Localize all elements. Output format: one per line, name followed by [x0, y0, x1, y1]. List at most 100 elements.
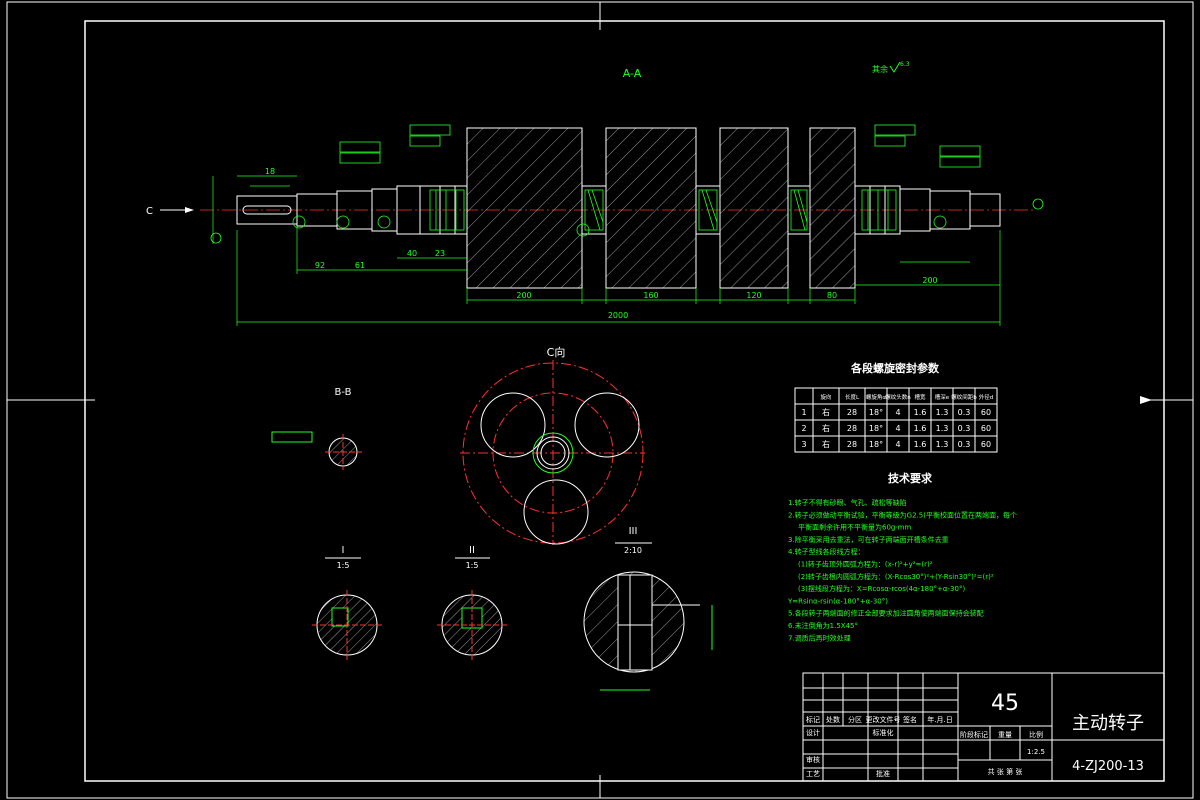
table-cell: 0.3 [958, 424, 971, 433]
table-header-cell: 螺纹间距b [951, 393, 977, 401]
tech-req-line: 5.各段转子两端面的修正全部要求加注圆角使两端面保持会装配 [788, 609, 984, 618]
table-header-cell: 螺纹头数n [885, 393, 911, 401]
part-name-text: 主动转子 [1072, 713, 1144, 734]
table-header-cell: 长度L [845, 393, 860, 401]
rest-roughness-label: 其余 [872, 64, 888, 74]
table-cell: 28 [847, 424, 857, 433]
table-header-cell: 螺旋角α [866, 393, 887, 401]
detail-1-label: I [342, 545, 345, 556]
svg-text:2000: 2000 [608, 311, 628, 320]
table-cell: 28 [847, 440, 857, 449]
tech-req-line: 1.转子不得有砂眼、气孔、疏松等缺陷 [788, 498, 907, 507]
arrow-c-label: C [146, 206, 153, 217]
title-block-col-label: 年.月.日 [927, 715, 952, 724]
spiral-params-table: 旋向 长度L 螺旋角α 螺纹头数n 槽宽 槽深e 螺纹间距b 外径d 1 右 28 18° 4 1.6 1.… [794, 387, 998, 453]
table-cell: 60 [981, 424, 991, 433]
table-header-cell: 槽宽 [914, 393, 926, 401]
weight-label: 重量 [998, 731, 1012, 739]
table-cell: 4 [895, 440, 900, 449]
table-cell: 1.3 [936, 408, 949, 417]
svg-text:92: 92 [315, 261, 325, 270]
drawing-frame [6, 1, 1194, 799]
view-c-arrow: C [146, 206, 194, 217]
spiral-table-title: 各段螺旋密封参数 [850, 361, 940, 375]
table-cell: 1.6 [914, 440, 927, 449]
table-cell: 4 [895, 408, 900, 417]
tech-req-line: Y=Rsinα-rsin(α-180°+α-30°) [787, 597, 888, 605]
detail-3-scale: 2:10 [624, 546, 642, 555]
table-cell: 右 [822, 407, 830, 417]
tech-req-line: 4.转子型线各段线方程： [788, 547, 865, 556]
view-c-label: C向 [547, 345, 566, 359]
table-cell: 4 [895, 424, 900, 433]
scale-value: 1:2.5 [1027, 748, 1045, 756]
table-cell: 28 [847, 408, 857, 417]
svg-text:160: 160 [643, 291, 658, 300]
detail-2-view [437, 557, 507, 660]
drawing-number-text: 4-ZJ200-13 [1072, 759, 1144, 774]
tech-req-lines: 1.转子不得有砂眼、气孔、疏松等缺陷 2.转子必须做动平衡试验，平衡等级为G2.5… [787, 498, 1017, 642]
table-header-cell: 外径d [979, 393, 994, 401]
title-block-col-label: 更改文件号 [866, 715, 901, 724]
title-block-col-label: 签名 [903, 715, 917, 724]
table-cell: 1.6 [914, 408, 927, 417]
sheets-label: 共 张 第 张 [988, 767, 1023, 776]
table-cell: 18° [869, 424, 883, 433]
svg-text:23: 23 [435, 249, 445, 258]
tech-req-title: 技术要求 [888, 471, 933, 485]
tech-req-line: 平衡面剩余许用不平衡量为60g·mm [798, 523, 911, 532]
stage-label: 阶段标记 [960, 730, 988, 739]
table-cell: 3 [801, 440, 806, 449]
table-cell: 1.6 [914, 424, 927, 433]
svg-text:61: 61 [355, 261, 365, 270]
svg-text:120: 120 [746, 291, 761, 300]
tech-req-line: (1)转子齿顶外圆弧方程为：(x-r)²+y²=(r)² [798, 560, 933, 569]
detail-1-scale: 1:5 [337, 561, 350, 570]
svg-text:40: 40 [407, 249, 417, 258]
table-cell: 1.3 [936, 424, 949, 433]
title-block-col-label: 处数 [826, 715, 840, 724]
table-cell: 0.3 [958, 408, 971, 417]
table-cell: 60 [981, 408, 991, 417]
tech-req-line: (2)转子齿根内圆弧方程为：(X-Rcos30°)²+(Y-Rsin30°)²=… [798, 572, 994, 581]
table-cell: 18° [869, 440, 883, 449]
title-block-row-label: 设计 [806, 728, 820, 737]
table-cell: 右 [822, 439, 830, 449]
table-cell: 2 [801, 424, 806, 433]
section-aa-label: A-A [623, 67, 642, 80]
roughness-value: 6.3 [900, 61, 910, 68]
tech-req-line: 2.转子必须做动平衡试验，平衡等级为G2.5(平衡校面位置在两端面，每个 [788, 510, 1017, 519]
table-header-cell: 旋向 [820, 393, 831, 401]
title-block-row-label: 工艺 [806, 770, 820, 778]
detail-3-label: III [629, 526, 638, 537]
svg-text:18: 18 [265, 167, 275, 176]
title-block-col-label: 标记 [806, 715, 820, 724]
shaft-main-view [200, 127, 1035, 289]
title-block-row-label: 审核 [806, 755, 820, 764]
table-header-cell: 槽深e [935, 393, 950, 401]
view-c-rotor-profile [460, 360, 645, 545]
table-cell: 1.3 [936, 440, 949, 449]
title-block-col-label: 分区 [848, 715, 862, 724]
tech-req-line: 3.除平衡采用去重法，可在转子两端面开槽条件去重 [788, 535, 949, 544]
detail-3-view [583, 542, 713, 691]
table-cell: 0.3 [958, 440, 971, 449]
title-block-texts: 45 主动转子 4-ZJ200-13 阶段标记 重量 比例 1:2.5 共 张 … [806, 691, 1144, 778]
detail-1-view [312, 557, 382, 660]
material-text: 45 [991, 691, 1019, 716]
title-block-row-label: 批准 [876, 769, 890, 778]
svg-text:200: 200 [516, 291, 531, 300]
table-cell: 60 [981, 440, 991, 449]
cad-drawing-sheet: A-A 其余 6.3 2000 200 160 120 80 200 92 61… [6, 1, 1194, 799]
table-cell: 右 [822, 423, 830, 433]
section-bb-label: B-B [335, 387, 352, 398]
roughness-symbol-icon [889, 61, 901, 73]
title-block-row-label: 标准化 [873, 728, 894, 737]
tech-req-line: 6.未注倒角为1.5X45° [788, 621, 858, 630]
tech-req-line: 7.调质后再时效处理 [788, 633, 851, 642]
scale-label: 比例 [1029, 730, 1043, 739]
svg-text:200: 200 [922, 276, 937, 285]
detail-2-scale: 1:5 [466, 561, 479, 570]
svg-text:80: 80 [827, 291, 837, 300]
table-cell: 18° [869, 408, 883, 417]
